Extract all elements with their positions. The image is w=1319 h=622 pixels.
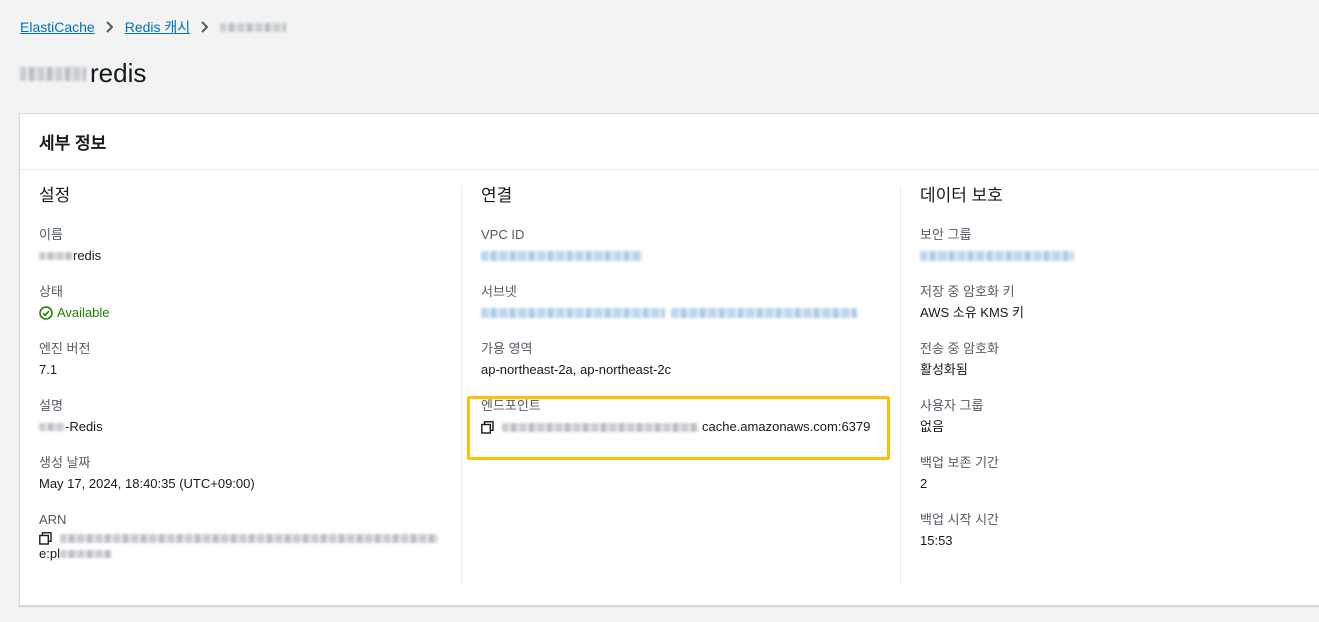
az-label: 가용 영역 xyxy=(481,341,533,356)
panel-header: 세부 정보 xyxy=(20,114,1319,170)
connection-column: 연결 VPC ID 서브넷 가용 영역 ap-northeast-2a, ap-… xyxy=(461,186,901,585)
status-field: 상태 Available xyxy=(39,283,459,322)
status-label: 상태 xyxy=(39,284,63,299)
security-group-label: 보안 그룹 xyxy=(920,227,972,242)
vpc-label: VPC ID xyxy=(481,227,525,242)
arn-value: e:pl xyxy=(39,532,459,563)
subnet-value xyxy=(481,304,901,322)
subnet-link-redacted[interactable] xyxy=(481,308,665,318)
security-group-link-redacted[interactable] xyxy=(920,251,1074,261)
engine-version-field: 엔진 버전 7.1 xyxy=(39,340,459,379)
status-value: Available xyxy=(39,304,459,322)
connection-title: 연결 xyxy=(481,186,513,205)
user-group-value: 없음 xyxy=(920,419,944,434)
description-value-text: -Redis xyxy=(65,419,103,434)
endpoint-value: cache.amazonaws.com:6379 xyxy=(481,418,901,436)
backup-start-field: 백업 시작 시간 15:53 xyxy=(920,511,1319,550)
in-transit-field: 전송 중 암호화 활성화됨 xyxy=(920,340,1319,379)
subnet-label: 서브넷 xyxy=(481,284,517,299)
created-field: 생성 날짜 May 17, 2024, 18:40:35 (UTC+09:00) xyxy=(39,454,459,493)
arn-redacted xyxy=(60,534,438,543)
engine-version-value: 7.1 xyxy=(39,362,58,377)
description-redacted xyxy=(39,423,65,431)
az-value: ap-northeast-2a, ap-northeast-2c xyxy=(481,362,672,377)
security-group-field: 보안 그룹 xyxy=(920,226,1319,265)
user-group-field: 사용자 그룹 없음 xyxy=(920,397,1319,436)
backup-start-value: 15:53 xyxy=(920,533,953,548)
name-label: 이름 xyxy=(39,227,63,242)
data-protection-column: 데이터 보호 보안 그룹 저장 중 암호화 키 AWS 소유 KMS 키 전송 … xyxy=(900,186,1319,585)
copy-icon[interactable] xyxy=(481,420,494,434)
description-field: 설명 -Redis xyxy=(39,397,459,436)
chevron-right-icon xyxy=(105,21,115,33)
security-group-value xyxy=(920,247,1319,265)
page-title-text: redis xyxy=(90,58,147,88)
description-value: -Redis xyxy=(39,418,459,436)
backup-retention-label: 백업 보존 기간 xyxy=(920,455,999,470)
endpoint-label: 엔드포인트 xyxy=(481,398,541,413)
arn-value-text: e:pl xyxy=(39,546,60,561)
at-rest-field: 저장 중 암호화 키 AWS 소유 KMS 키 xyxy=(920,283,1319,322)
az-field: 가용 영역 ap-northeast-2a, ap-northeast-2c xyxy=(481,340,901,379)
breadcrumb: ElastiCache Redis 캐시 xyxy=(20,17,287,37)
endpoint-field: 엔드포인트 cache.amazonaws.com:6379 xyxy=(481,397,901,436)
name-redacted xyxy=(39,252,73,260)
in-transit-value: 활성화됨 xyxy=(920,362,968,377)
breadcrumb-current-redacted xyxy=(220,22,287,32)
vpc-link-redacted[interactable] xyxy=(481,251,643,261)
check-circle-icon xyxy=(39,306,53,320)
endpoint-value-text: cache.amazonaws.com:6379 xyxy=(702,419,871,434)
name-value: redis xyxy=(39,247,459,265)
at-rest-value: AWS 소유 KMS 키 xyxy=(920,305,1025,320)
in-transit-label: 전송 중 암호화 xyxy=(920,341,999,356)
name-field: 이름 redis xyxy=(39,226,459,265)
vpc-field: VPC ID xyxy=(481,226,901,265)
subnet-field: 서브넷 xyxy=(481,283,901,322)
created-value: May 17, 2024, 18:40:35 (UTC+09:00) xyxy=(39,476,255,491)
breadcrumb-redis-cache-link[interactable]: Redis 캐시 xyxy=(125,17,190,37)
settings-title: 설정 xyxy=(39,186,71,205)
vpc-value[interactable] xyxy=(481,247,901,265)
backup-start-label: 백업 시작 시간 xyxy=(920,512,999,527)
name-value-text: redis xyxy=(73,248,102,263)
copy-icon[interactable] xyxy=(39,532,52,545)
endpoint-redacted xyxy=(502,422,698,432)
arn-field: ARN e:pl xyxy=(39,511,459,563)
breadcrumb-elasticache-link[interactable]: ElastiCache xyxy=(20,19,95,35)
chevron-right-icon xyxy=(200,21,210,33)
settings-column: 설정 이름 redis 상태 Available 엔진 버전 7.1 설명 -R… xyxy=(39,186,459,585)
details-panel: 세부 정보 설정 이름 redis 상태 Available 엔진 버전 7.1 xyxy=(19,113,1319,606)
data-protection-title: 데이터 보호 xyxy=(920,186,1003,205)
arn-label: ARN xyxy=(39,512,67,527)
backup-retention-field: 백업 보존 기간 2 xyxy=(920,454,1319,493)
backup-retention-value: 2 xyxy=(920,476,928,491)
title-redacted xyxy=(20,66,86,81)
user-group-label: 사용자 그룹 xyxy=(920,398,984,413)
at-rest-label: 저장 중 암호화 키 xyxy=(920,284,1015,299)
description-label: 설명 xyxy=(39,398,63,413)
subnet-link-redacted[interactable] xyxy=(671,308,857,318)
arn-redacted-tail xyxy=(59,550,112,558)
page-title: redis xyxy=(20,58,146,89)
engine-version-label: 엔진 버전 xyxy=(39,341,91,356)
status-badge: Available xyxy=(57,305,110,320)
created-label: 생성 날짜 xyxy=(39,455,91,470)
